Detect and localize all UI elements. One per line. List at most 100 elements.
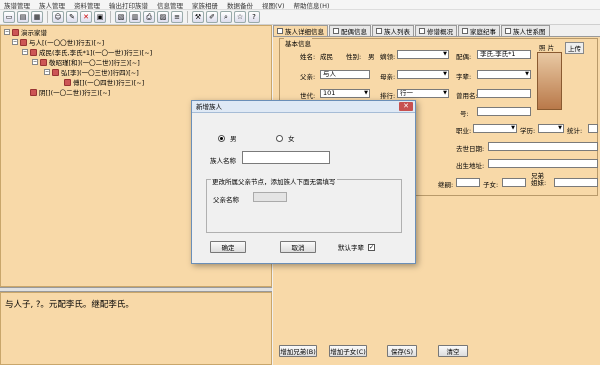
tools-icon[interactable]: ⚒: [192, 11, 204, 23]
tab-label: 配偶信息: [341, 28, 367, 36]
gender-value: 男: [368, 53, 375, 61]
tree-node-label: 傅[](一〇四世)]行三)[~]: [73, 79, 145, 87]
name-value: 成民: [320, 53, 333, 61]
list-icon[interactable]: ≡: [171, 11, 183, 23]
save-button[interactable]: 保存(S): [387, 345, 417, 357]
birthplace-field[interactable]: [488, 159, 598, 168]
collapse-icon[interactable]: −: [4, 29, 10, 35]
save-icon[interactable]: ▣: [94, 11, 106, 23]
tab-member-list[interactable]: 族人列表: [372, 25, 414, 36]
menu-item[interactable]: 家族相册: [192, 0, 218, 10]
hao-field[interactable]: [477, 107, 531, 116]
father-field[interactable]: 与人: [320, 70, 370, 79]
tree-node[interactable]: 傅[](一〇四世)]行三)[~]: [64, 77, 144, 87]
menu-item[interactable]: 族谱管理: [4, 0, 30, 10]
spouse-label: 配偶:: [456, 53, 472, 61]
book-icon[interactable]: ▥: [129, 11, 141, 23]
collapse-icon[interactable]: −: [44, 69, 50, 75]
spouse-field[interactable]: 李氏,李氏*1: [477, 50, 531, 59]
tree-node-selected[interactable]: − 成民(李氏,李氏*1](一〇一世)]行三)[~]: [22, 47, 152, 57]
print-icon[interactable]: ⎙: [143, 11, 155, 23]
person-icon: [30, 88, 37, 96]
list-icon: [376, 28, 382, 34]
zi-select[interactable]: [477, 70, 531, 79]
book-icon: [419, 28, 425, 34]
death-date-field[interactable]: [488, 142, 598, 151]
collapse-icon[interactable]: −: [22, 49, 28, 55]
name-label: 姓名:: [300, 53, 316, 61]
help-icon[interactable]: ?: [248, 11, 260, 23]
birth-select[interactable]: [397, 50, 449, 59]
cancel-button[interactable]: 取消: [280, 241, 316, 253]
photo-icon[interactable]: ▧: [115, 11, 127, 23]
alias-field[interactable]: [477, 89, 531, 98]
tab-events[interactable]: 家庭纪事: [458, 25, 500, 36]
collapse-icon[interactable]: −: [12, 39, 18, 45]
toolbar: ▭ ▤ ▦ ☺ ✎ ✕ ▣ ▧ ▥ ⎙ ▨ ≡ ⚒ ✐ ⌕ ☆ ?: [0, 10, 600, 25]
add-sibling-button[interactable]: 增加兄弟(B): [279, 345, 317, 357]
menu-item[interactable]: 数据备份: [227, 0, 253, 10]
edit-icon[interactable]: ✎: [66, 11, 78, 23]
tab-label: 族人世系图: [513, 28, 546, 36]
tree-icon[interactable]: ▦: [31, 11, 43, 23]
menu-item[interactable]: 视图(V): [262, 0, 285, 10]
father-name-label: 父亲名称: [213, 196, 239, 204]
gen-label: 世代:: [300, 92, 316, 100]
birthplace-label: 出生地址:: [456, 162, 485, 170]
tab-member-details[interactable]: 族人详细信息: [273, 25, 328, 36]
checkbox-label: 默认字辈: [338, 244, 364, 252]
rank-select[interactable]: 行一: [397, 89, 449, 98]
photo-area: 照 片 上传: [537, 42, 595, 130]
gen-select[interactable]: 101: [320, 89, 370, 98]
note-icon: [462, 28, 468, 34]
menu-item[interactable]: 族人管理: [39, 0, 65, 10]
pencil-icon[interactable]: ✐: [206, 11, 218, 23]
star-icon[interactable]: ☆: [234, 11, 246, 23]
clear-button[interactable]: 清空: [438, 345, 468, 357]
menu-item[interactable]: 信息管理: [157, 0, 183, 10]
ok-button[interactable]: 确定: [210, 241, 246, 253]
tab-label: 修谱概况: [427, 28, 453, 36]
member-name-input[interactable]: [242, 151, 330, 164]
add-child-button[interactable]: 增加子女(C): [329, 345, 367, 357]
job-select[interactable]: [473, 124, 517, 133]
tab-lineage-chart[interactable]: 族人世系图: [501, 25, 550, 36]
search-icon[interactable]: ⌕: [220, 11, 232, 23]
person-icon: [40, 58, 47, 66]
tree-node[interactable]: 阴[](一〇二世)]行三)[~]: [30, 87, 110, 97]
children-field[interactable]: [502, 178, 526, 187]
gender-female-radio[interactable]: 女: [276, 133, 295, 143]
new-family-icon[interactable]: ▭: [3, 11, 15, 23]
upload-button[interactable]: 上传: [565, 42, 584, 54]
tree-node-label: 弘[李](一〇三世)]行四)[~]: [61, 69, 139, 77]
brothers-field[interactable]: [554, 178, 598, 187]
children-label: 子女:: [483, 181, 499, 189]
tab-spouse[interactable]: 配偶信息: [329, 25, 371, 36]
gender-male-radio[interactable]: 男: [218, 133, 237, 143]
mother-select[interactable]: [397, 70, 449, 79]
succ-label: 继嗣:: [438, 181, 454, 189]
delete-icon[interactable]: ✕: [80, 11, 92, 23]
collapse-icon[interactable]: −: [32, 59, 38, 65]
tab-overview[interactable]: 修谱概况: [415, 25, 457, 36]
dialog-body: 男 女 族人名称 更改所属父亲节点，添加族人下面无需填写 父亲名称 确定 取消 …: [198, 115, 410, 261]
close-icon[interactable]: ✕: [399, 102, 413, 111]
open-icon[interactable]: ▤: [17, 11, 29, 23]
tree-node[interactable]: − 敬昭瑾[和](一〇二世)]行三)[~]: [32, 57, 140, 67]
menu-bar: 族谱管理 族人管理 资料管理 输出打印族谱 信息管理 家族相册 数据备份 视图(…: [0, 0, 600, 10]
menu-item[interactable]: 资料管理: [74, 0, 100, 10]
chart-icon[interactable]: ▨: [157, 11, 169, 23]
menu-item[interactable]: 输出打印族谱: [109, 0, 148, 10]
succ-field[interactable]: [456, 178, 480, 187]
tree-node[interactable]: − 与人[(一〇〇世)]行五)[~]: [12, 37, 104, 47]
tree-node-label: 敬昭瑾[和](一〇二世)]行三)[~]: [49, 59, 140, 67]
menu-item[interactable]: 帮助信息(H): [294, 0, 330, 10]
birth-label: 嫡领:: [380, 53, 396, 61]
add-member-icon[interactable]: ☺: [52, 11, 64, 23]
tree-node-root[interactable]: − 演示家谱: [4, 27, 47, 37]
checkbox-checked-icon: ✓: [368, 243, 375, 251]
tree-node[interactable]: − 弘[李](一〇三世)]行四)[~]: [44, 67, 139, 77]
gender-label: 性别:: [346, 53, 362, 61]
default-zi-checkbox[interactable]: 默认字辈 ✓: [338, 242, 375, 252]
person-icon: [20, 38, 27, 46]
